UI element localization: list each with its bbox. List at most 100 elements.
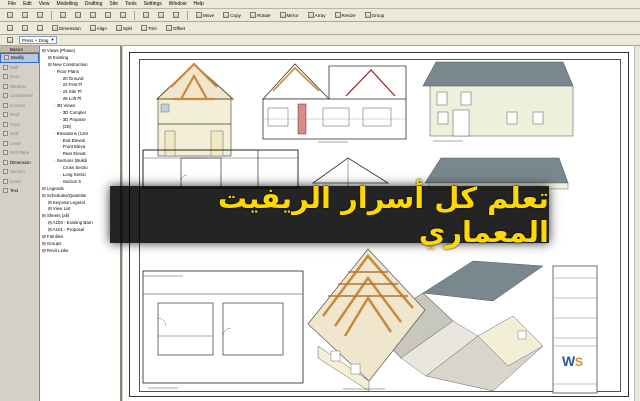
design-bar-item-component[interactable]: Component: [0, 91, 39, 101]
design-bar-item-roof[interactable]: Roof: [0, 110, 39, 120]
cut-icon[interactable]: [57, 10, 69, 20]
browser-node[interactable]: · 3D Views: [40, 103, 120, 110]
browser-node-label: Families: [46, 234, 64, 240]
paste-icon[interactable]: [87, 10, 99, 20]
browser-node-label: Front Eleva: [62, 144, 86, 150]
selection-mode-dropdown[interactable]: Press + Drag ▾: [19, 36, 57, 44]
array-button[interactable]: Array: [305, 10, 329, 20]
menu-modelling[interactable]: Modelling: [56, 1, 77, 7]
design-bar-item-door[interactable]: Door: [0, 72, 39, 82]
thin-lines-icon[interactable]: [34, 23, 46, 33]
design-bar-item-ref-plane[interactable]: Ref Plane: [0, 148, 39, 158]
browser-node-label: 20 Ground: [62, 75, 84, 81]
design-bar-item-grid[interactable]: Grid: [0, 129, 39, 139]
section-view-1[interactable]: [155, 62, 235, 159]
menu-edit[interactable]: Edit: [23, 1, 32, 7]
menu-view[interactable]: View: [39, 1, 50, 7]
browser-node[interactable]: · 3D Propose: [40, 117, 120, 124]
design-bar-item-level[interactable]: Level: [0, 139, 39, 149]
menu-tools[interactable]: Tools: [125, 1, 137, 7]
browser-node-label: 3D Views: [56, 103, 76, 109]
open-file-icon[interactable]: [19, 10, 31, 20]
save-icon[interactable]: [34, 10, 46, 20]
zoom-icon[interactable]: [140, 10, 152, 20]
browser-node[interactable]: ⊟ Schedules/Quantitie: [40, 193, 120, 200]
browser-node[interactable]: · Section 5: [40, 179, 120, 186]
browser-node[interactable]: ⊟ Groups: [40, 241, 120, 248]
browser-node[interactable]: · 20 Ground: [40, 76, 120, 83]
design-bar-item-dimension[interactable]: Dimension: [0, 158, 39, 168]
browser-node[interactable]: ⊟ Views (Phase): [40, 48, 120, 55]
design-bar-tab[interactable]: Basics: [0, 46, 39, 53]
3d-view-icon[interactable]: [155, 10, 167, 20]
design-bar-item-column[interactable]: Column: [0, 101, 39, 111]
chevron-down-icon: ▾: [51, 37, 54, 42]
group-button[interactable]: Group: [362, 10, 388, 20]
dimension-button[interactable]: Dimension: [49, 23, 84, 33]
design-bar-item-window[interactable]: Window: [0, 82, 39, 92]
browser-node[interactable]: · Floor Plans: [40, 69, 120, 76]
copy-clipboard-icon[interactable]: [72, 10, 84, 20]
browser-node[interactable]: · Long Sectio: [40, 172, 120, 179]
level-icon: [3, 140, 8, 146]
menu-help[interactable]: Help: [194, 1, 204, 7]
new-file-icon[interactable]: [4, 10, 16, 20]
3d-view[interactable]: [307, 248, 544, 392]
browser-node[interactable]: · {3D}: [40, 124, 120, 131]
vertical-scrollbar[interactable]: [634, 46, 640, 401]
browser-node[interactable]: ⊟ Legends: [40, 186, 120, 193]
browser-node[interactable]: · 26 Loft Pl: [40, 96, 120, 103]
menu-settings[interactable]: Settings: [144, 1, 162, 7]
browser-node[interactable]: ⊟ View List: [40, 206, 120, 213]
browser-node[interactable]: · Front Eleva: [40, 144, 120, 151]
browser-node[interactable]: · End Elevati: [40, 138, 120, 145]
browser-node[interactable]: · 24 Site Pl: [40, 89, 120, 96]
mirror-button[interactable]: Mirror: [277, 10, 302, 20]
design-bar-item-wall[interactable]: Wall: [0, 63, 39, 73]
browser-node[interactable]: ⊟ Families: [40, 234, 120, 241]
undo-icon[interactable]: [102, 10, 114, 20]
split-label: Split: [122, 25, 132, 31]
browser-node[interactable]: ⊟ Revit Links: [40, 248, 120, 255]
browser-node[interactable]: ⊟ A100 - Existing Barn: [40, 220, 120, 227]
browser-node[interactable]: · Rear Elevat: [40, 151, 120, 158]
align-button[interactable]: Align: [87, 23, 110, 33]
menu-drafting[interactable]: Drafting: [85, 1, 103, 7]
split-button[interactable]: Split: [113, 23, 135, 33]
browser-node[interactable]: · Elevations (12m: [40, 131, 120, 138]
elevation-view-1[interactable]: [422, 61, 574, 142]
section-view-2[interactable]: [262, 63, 407, 143]
browser-node[interactable]: ⊟ Existing: [40, 55, 120, 62]
section-view-icon[interactable]: [170, 10, 182, 20]
design-bar-item-level[interactable]: Level: [0, 177, 39, 187]
tag-icon[interactable]: [19, 23, 31, 33]
browser-node-label: Floor Plans: [56, 68, 79, 74]
design-bar-item-modify[interactable]: Modify: [0, 53, 39, 63]
move-button[interactable]: Move: [193, 10, 217, 20]
copy-button[interactable]: Copy: [220, 10, 244, 20]
floor-plan-view-2[interactable]: [142, 270, 304, 389]
browser-node[interactable]: · Sections (Buildi: [40, 158, 120, 165]
pointer-icon[interactable]: [4, 23, 16, 33]
resize-button[interactable]: Resize: [332, 10, 359, 20]
browser-node[interactable]: ⊟ A101 - Proposal: [40, 227, 120, 234]
component-icon: [3, 93, 8, 99]
browser-node[interactable]: ⊟ Sheets (all): [40, 213, 120, 220]
properties-icon[interactable]: [4, 35, 16, 45]
menu-file[interactable]: File: [8, 1, 16, 7]
browser-node[interactable]: · 22 First Fl: [40, 82, 120, 89]
trim-button[interactable]: Trim: [138, 23, 160, 33]
design-bar-item-section[interactable]: Section: [0, 167, 39, 177]
design-bar-item-floor[interactable]: Floor: [0, 120, 39, 130]
browser-node[interactable]: ⊟ New Construction: [40, 62, 120, 69]
menu-window[interactable]: Window: [169, 1, 187, 7]
browser-node[interactable]: · Cross Sectio: [40, 165, 120, 172]
browser-node[interactable]: · 3D Complet: [40, 110, 120, 117]
design-bar-item-text[interactable]: Text: [0, 186, 39, 196]
rotate-button[interactable]: Rotate: [247, 10, 274, 20]
browser-node-label: End Elevati: [62, 137, 85, 143]
browser-node[interactable]: ⊟ Keynote Legend: [40, 200, 120, 207]
offset-button[interactable]: Offset: [163, 23, 188, 33]
redo-icon[interactable]: [117, 10, 129, 20]
menu-site[interactable]: Site: [109, 1, 118, 7]
